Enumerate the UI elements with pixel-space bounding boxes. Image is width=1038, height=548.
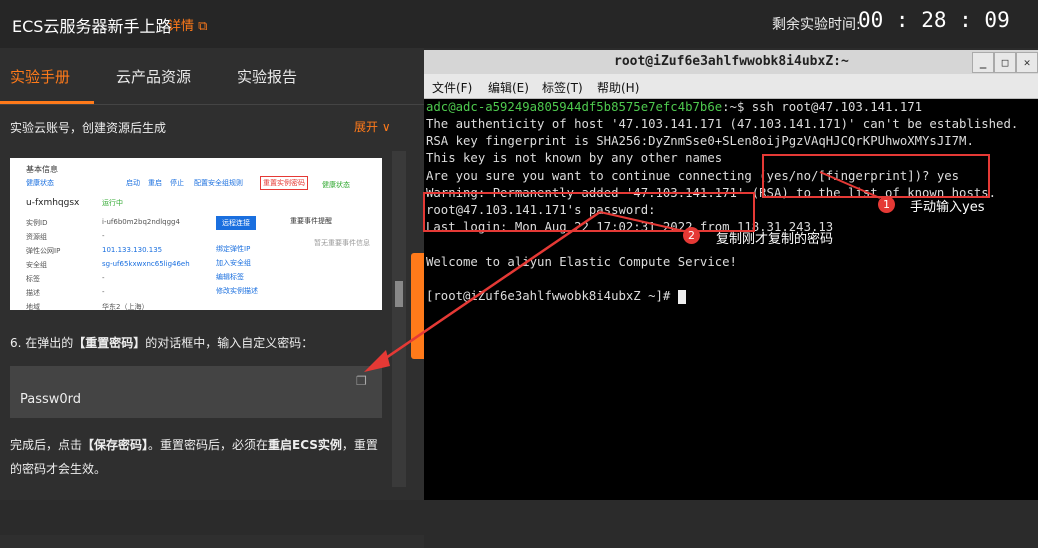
annotation-arrows: [364, 171, 881, 372]
arrow-head-icon: [364, 350, 390, 372]
arrow-line-1: [819, 171, 881, 199]
arrow-line-2: [599, 211, 689, 233]
bottom-bar: [0, 535, 424, 548]
arrow-to-password: [379, 210, 601, 364]
